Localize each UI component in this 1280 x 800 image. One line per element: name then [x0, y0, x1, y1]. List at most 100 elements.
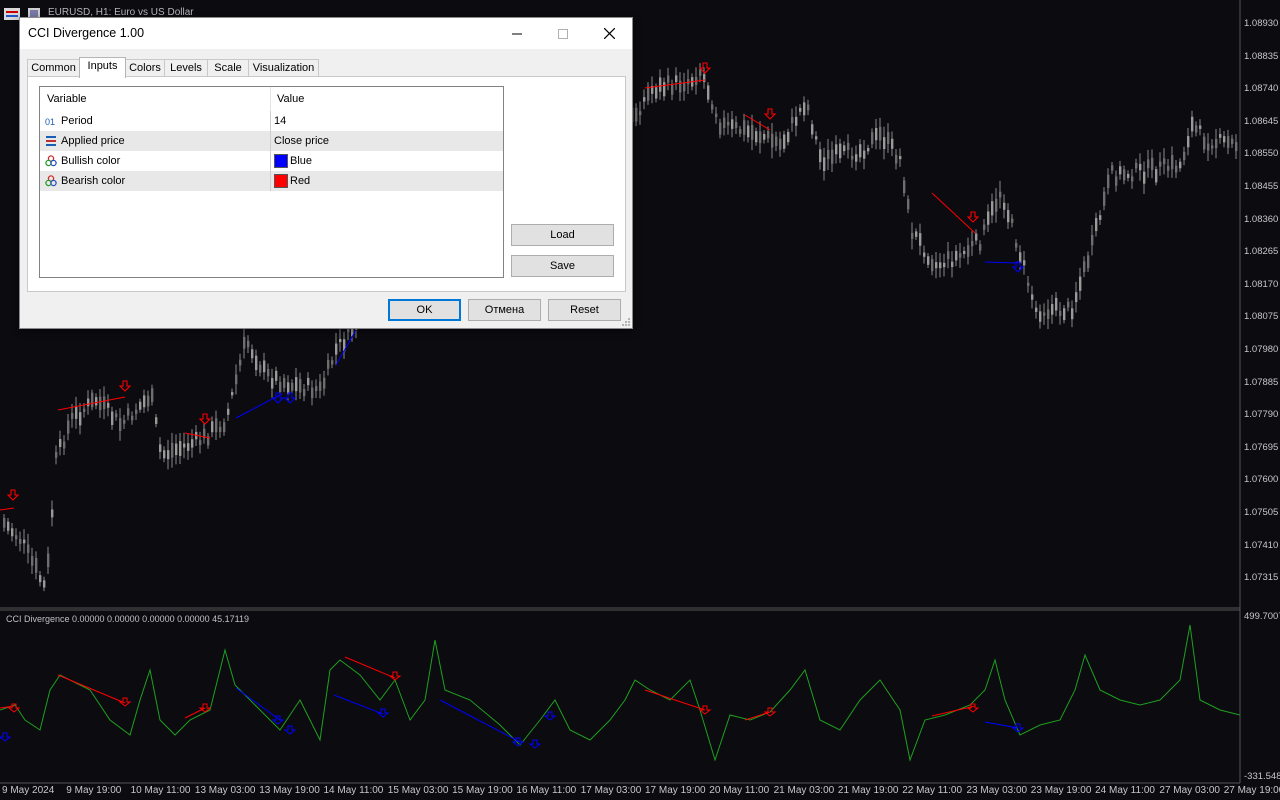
table-row[interactable]: 01 Period 14 — [40, 111, 503, 131]
time-tick-label: 10 May 11:00 — [130, 785, 191, 796]
cci-buy-arrow-icon — [528, 739, 542, 749]
cci-bearish-divergence-line — [644, 689, 706, 711]
candle-body — [83, 408, 86, 413]
candle-body — [947, 251, 950, 259]
candle-body — [847, 142, 850, 150]
sell-arrow-icon — [118, 380, 132, 392]
candle-body — [35, 557, 38, 573]
candle-body — [1123, 169, 1126, 181]
candle-body — [803, 102, 806, 116]
time-tick-label: 21 May 03:00 — [773, 785, 835, 796]
candle-body — [1195, 125, 1198, 133]
candle-body — [1071, 308, 1074, 320]
candle-body — [179, 441, 182, 456]
candle-body — [639, 111, 642, 116]
candle-body — [31, 556, 34, 566]
tab-scale[interactable]: Scale — [207, 59, 249, 77]
price-tick-label: 1.08265 — [1244, 246, 1279, 258]
candle-body — [75, 406, 78, 419]
candle-body — [1007, 210, 1010, 223]
candle-body — [279, 381, 282, 393]
value-period[interactable]: 14 — [274, 115, 286, 127]
variable-bullish-color: Bullish color — [61, 155, 121, 167]
candle-body — [1075, 292, 1078, 303]
candle-body — [991, 201, 994, 216]
indicator-properties-dialog[interactable]: CCI Divergence 1.00 Common Inputs Colors… — [19, 17, 633, 329]
tab-colors[interactable]: Colors — [125, 59, 165, 77]
tab-levels[interactable]: Levels — [164, 59, 208, 77]
cci-bullish-divergence-line — [235, 687, 281, 721]
save-button[interactable]: Save — [511, 255, 614, 277]
table-row[interactable]: Applied price Close price — [40, 131, 503, 151]
candle-body — [1015, 243, 1018, 248]
candle-body — [903, 180, 906, 193]
candle-body — [171, 442, 174, 458]
tab-common[interactable]: Common — [27, 59, 80, 77]
maximize-button[interactable] — [540, 18, 586, 49]
candle-body — [151, 388, 154, 402]
candle-body — [659, 77, 662, 92]
time-tick-label: 9 May 19:00 — [66, 785, 122, 796]
bullish-color-swatch[interactable] — [274, 154, 288, 168]
candle-body — [931, 259, 934, 272]
time-tick-label: 16 May 11:00 — [516, 785, 577, 796]
candle-body — [71, 412, 74, 419]
load-button[interactable]: Load — [511, 224, 614, 246]
minimize-button[interactable] — [494, 18, 540, 49]
candle-body — [299, 379, 302, 393]
tab-inputs[interactable]: Inputs — [79, 57, 126, 78]
variable-period: Period — [61, 115, 93, 127]
table-row[interactable]: Bullish color Blue — [40, 151, 503, 171]
value-bullish-color[interactable]: Blue — [290, 155, 312, 167]
candle-body — [283, 378, 286, 388]
candle-body — [127, 408, 130, 416]
candle-body — [159, 444, 162, 452]
close-button[interactable] — [586, 18, 632, 49]
candle-body — [1211, 145, 1214, 149]
variable-bearish-color: Bearish color — [61, 175, 126, 187]
chart-menu-icon[interactable] — [4, 8, 20, 20]
value-bearish-color[interactable]: Red — [290, 175, 310, 187]
value-applied-price[interactable]: Close price — [274, 135, 329, 147]
price-tick-label: 1.08930 — [1244, 18, 1279, 29]
candle-body — [839, 143, 842, 159]
price-tick-label: 1.07980 — [1244, 344, 1279, 355]
candle-body — [1147, 159, 1150, 169]
candle-body — [791, 117, 794, 124]
price-tick-label: 1.08645 — [1244, 115, 1279, 127]
price-tick-label: 1.08835 — [1244, 50, 1279, 62]
candle-body — [831, 149, 834, 164]
candle-body — [327, 359, 330, 369]
resize-grip-icon[interactable] — [622, 318, 631, 327]
candle-body — [11, 528, 14, 537]
tab-visualization[interactable]: Visualization — [248, 59, 319, 77]
cci-buy-arrow-icon — [0, 732, 12, 742]
candle-body — [111, 411, 114, 425]
candle-body — [147, 395, 150, 407]
candle-body — [1207, 143, 1210, 151]
candle-body — [731, 119, 734, 129]
candle-body — [723, 117, 726, 129]
cci-bullish-divergence-line — [439, 699, 521, 743]
candle-body — [1067, 301, 1070, 308]
header-value: Value — [277, 93, 305, 105]
time-tick-label: 21 May 19:00 — [837, 785, 899, 796]
candle-body — [227, 408, 230, 415]
ok-button[interactable]: OK — [388, 299, 461, 321]
bearish-color-swatch[interactable] — [274, 174, 288, 188]
candle-body — [275, 370, 278, 381]
table-row[interactable]: Bearish color Red — [40, 171, 503, 191]
cancel-button[interactable]: Отмена — [468, 299, 541, 321]
candle-body — [891, 138, 894, 149]
candle-body — [1035, 307, 1038, 312]
reset-button[interactable]: Reset — [548, 299, 621, 321]
candle-body — [855, 154, 858, 162]
candle-body — [1047, 309, 1050, 319]
candle-body — [139, 401, 142, 410]
candle-body — [163, 450, 166, 459]
dialog-titlebar[interactable]: CCI Divergence 1.00 — [20, 18, 632, 49]
candle-body — [91, 392, 94, 408]
candle-body — [935, 262, 938, 269]
candle-body — [1227, 136, 1230, 148]
candle-body — [255, 355, 258, 371]
